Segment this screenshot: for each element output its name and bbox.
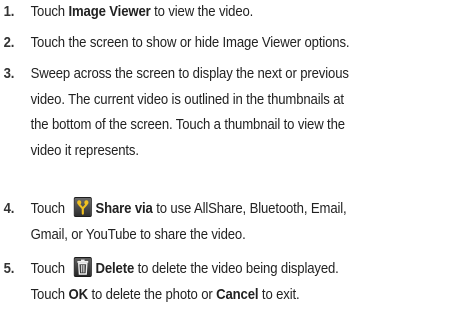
step-text: Touch	[30, 201, 69, 217]
step-number: 4.	[3, 201, 15, 217]
step-5: 5. Touch Delete to delete the video bein…	[0, 257, 454, 308]
step-number: 3.	[3, 66, 15, 82]
step-text: to exit.	[258, 286, 300, 303]
image-viewer-label: Image Viewer	[68, 4, 151, 20]
share-via-icon	[73, 197, 92, 217]
step-text-line: the bottom of the screen. Touch a thumbn…	[30, 117, 345, 134]
step-3: 3. Sweep across the screen to display th…	[0, 62, 454, 165]
share-via-label: Share via	[95, 201, 153, 217]
step-text: Gmail, or YouTube to share the video.	[30, 226, 246, 243]
step-text: to use AllShare, Bluetooth, Email,	[152, 201, 347, 217]
delete-trash-icon	[73, 257, 92, 277]
step-number: 2.	[3, 35, 15, 51]
step-text: Touch	[30, 286, 69, 303]
delete-label: Delete	[95, 261, 135, 277]
step-text: Touch the screen to show or hide Image V…	[30, 35, 350, 51]
step-text-line: video it represents.	[30, 143, 139, 160]
step-text-line: Sweep across the screen to display the n…	[30, 66, 349, 82]
step-text: to delete the photo or	[87, 286, 217, 303]
step-text-line: video. The current video is outlined in …	[30, 91, 344, 108]
cancel-label: Cancel	[216, 286, 259, 303]
step-number: 5.	[3, 261, 15, 277]
step-text: to delete the video being displayed.	[134, 261, 339, 277]
ok-label: OK	[68, 286, 88, 303]
step-2: 2. Touch the screen to show or hide Imag…	[0, 31, 454, 57]
step-number: 1.	[3, 4, 15, 20]
step-4: 4. Touch Share via to use AllShare, Blue…	[0, 197, 454, 248]
step-text: to view the video.	[150, 4, 254, 20]
step-1: 1. Touch Image Viewer to view the video.	[0, 0, 454, 26]
step-text: Touch	[30, 261, 69, 277]
step-text: Touch	[30, 4, 69, 20]
